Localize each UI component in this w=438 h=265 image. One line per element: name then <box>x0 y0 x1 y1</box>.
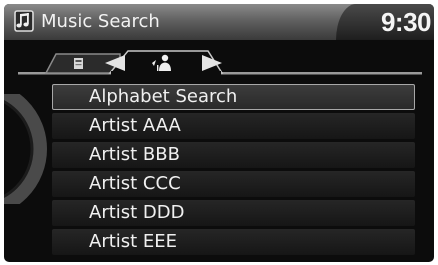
page-title: Music Search <box>41 11 160 32</box>
list-item-label: Alphabet Search <box>89 86 238 107</box>
dial-decoration <box>4 94 47 204</box>
clock: 9:30 <box>380 7 432 37</box>
list-item[interactable]: Artist EEE <box>52 229 415 255</box>
music-note-icon <box>14 10 34 32</box>
list-item-label: Artist EEE <box>89 231 178 252</box>
source-tab-strip <box>18 42 422 76</box>
list-item[interactable]: Artist AAA <box>52 113 415 139</box>
list-item-label: Artist DDD <box>89 202 185 223</box>
list-item-label: Artist BBB <box>89 144 180 165</box>
list-item-alphabet-search[interactable]: Alphabet Search <box>52 84 415 110</box>
list-item-label: Artist AAA <box>89 115 181 136</box>
list-item[interactable]: Artist BBB <box>52 142 415 168</box>
list-item[interactable]: Artist DDD <box>52 200 415 226</box>
list-item[interactable]: Artist CCC <box>52 171 415 197</box>
hdd-icon <box>74 58 83 69</box>
display-screen: Music Search 9:30 Alphabet Search Artist… <box>4 4 434 262</box>
header-bar: Music Search 9:30 <box>4 4 434 40</box>
list-item-label: Artist CCC <box>89 173 181 194</box>
